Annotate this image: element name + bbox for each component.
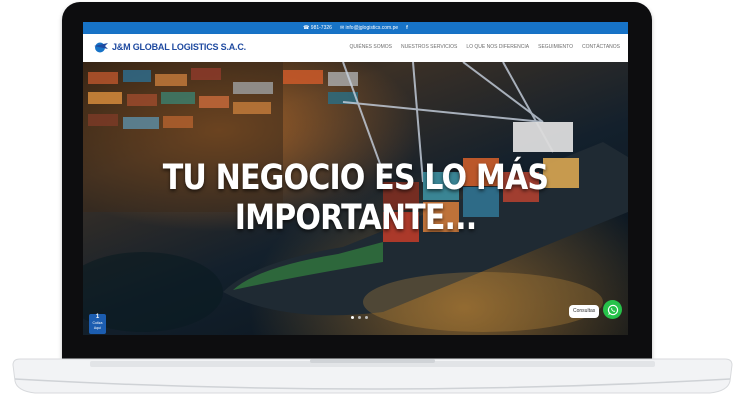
nav-item-servicios[interactable]: Nuestros Servicios: [401, 44, 457, 50]
slider-dot-3[interactable]: [365, 316, 368, 319]
slider-dot-2[interactable]: [358, 316, 361, 319]
slider-pagination: [351, 316, 368, 319]
phone-icon: ☎: [303, 25, 310, 31]
site-logo[interactable]: J&M GLOBAL LOGISTICS S.A.C.: [93, 41, 246, 53]
quote-badge-line2: Aquí: [93, 326, 102, 330]
hero-headline: TU NEGOCIO ES LO MÁS IMPORTANTE...: [121, 158, 590, 238]
whatsapp-button[interactable]: [603, 300, 622, 319]
slider-dot-1[interactable]: [351, 316, 354, 319]
nav-item-quienes-somos[interactable]: Quiénes Somos: [349, 44, 392, 50]
whatsapp-icon: [607, 304, 618, 315]
nav-item-seguimiento[interactable]: Seguimiento: [538, 44, 573, 50]
nav-item-contactanos[interactable]: Contáctanos: [582, 44, 620, 50]
hero-line-1: TU NEGOCIO ES LO MÁS: [162, 158, 549, 198]
quote-badge[interactable]: 1 Cotiza Aquí: [89, 314, 106, 334]
hero-line-2: IMPORTANTE...: [234, 198, 477, 238]
laptop-screen: ☎ 981-7326 ✉ info@jglogistics.com.pe f J…: [83, 22, 628, 335]
mail-icon: ✉: [339, 25, 345, 31]
plane-globe-icon: [94, 42, 108, 53]
email-info[interactable]: ✉ info@jglogistics.com.pe: [340, 25, 398, 31]
main-nav: Quiénes Somos Nuestros Servicios Lo que …: [349, 44, 620, 50]
nav-item-diferencia[interactable]: Lo que nos diferencia: [466, 44, 529, 50]
phone-number: 981-7326: [310, 25, 332, 31]
hero-banner: TU NEGOCIO ES LO MÁS IMPORTANTE... 1 Cot…: [83, 62, 628, 335]
facebook-icon[interactable]: f: [406, 25, 408, 31]
chat-label[interactable]: Consultas: [569, 305, 600, 318]
logo-text: J&M GLOBAL LOGISTICS S.A.C.: [112, 42, 246, 52]
email-address: info@jglogistics.com.pe: [345, 25, 399, 31]
site-header: J&M GLOBAL LOGISTICS S.A.C. Quiénes Somo…: [83, 34, 628, 62]
laptop-base: [12, 358, 733, 394]
quote-badge-number: 1: [95, 314, 100, 320]
phone-info[interactable]: ☎ 981-7326: [303, 25, 332, 31]
contact-topbar: ☎ 981-7326 ✉ info@jglogistics.com.pe f: [83, 22, 628, 34]
